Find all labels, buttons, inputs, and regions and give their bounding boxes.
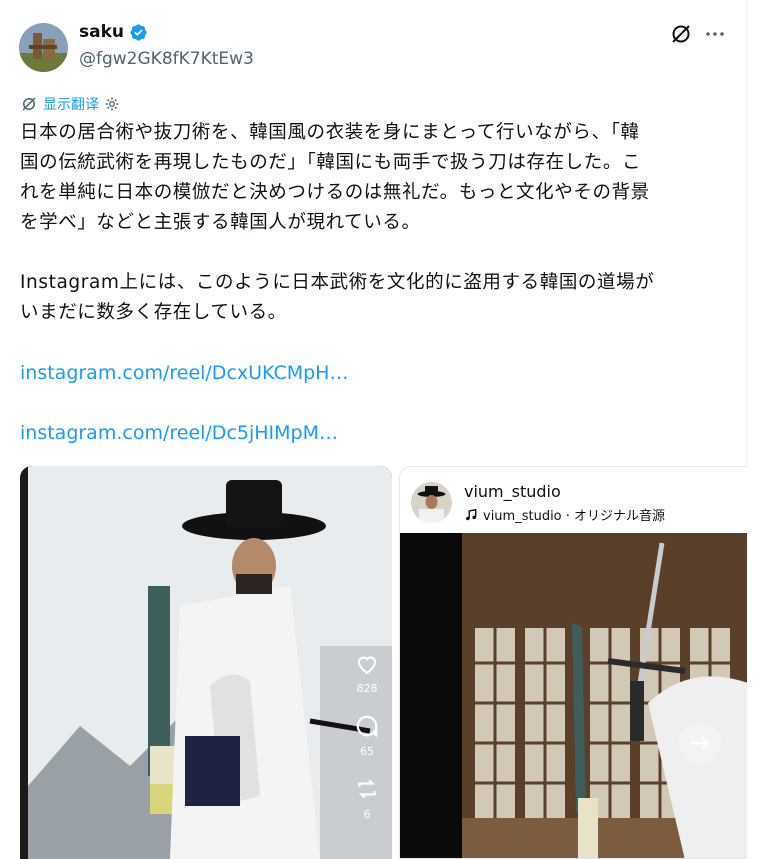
grok-icon[interactable]	[669, 22, 693, 46]
instagram-link-1[interactable]: instagram.com/reel/DcxUKCMpH…	[20, 362, 348, 384]
translate-grok-icon	[22, 97, 36, 111]
post-line: を学べ」などと主張する韓国人が現れている。	[20, 212, 421, 233]
comment-count: 65	[360, 745, 374, 758]
author-handle[interactable]: @fgw2GK8fK7KtEw3	[79, 49, 254, 69]
post-line: れを単純に日本の模倣だと決めつけるのは無礼だ。もっと文化やその背景	[20, 182, 650, 203]
author-avatar[interactable]	[19, 23, 68, 72]
instagram-audio[interactable]: vium_studio · オリジナル音源	[464, 505, 665, 524]
instagram-header: vium_studio vium_studio · オリジナル音源	[400, 467, 747, 533]
verified-badge-icon	[130, 23, 147, 41]
post-line: いまだに数多く存在している。	[20, 302, 287, 323]
post-line: 国の伝統武術を再現したものだ」「韓国にも両手で扱う刀は存在した。こ	[20, 152, 642, 173]
settings-gear-icon[interactable]	[104, 96, 120, 112]
comment-action[interactable]: 65	[354, 713, 380, 758]
post-line: 日本の居合術や抜刀術を、韓国風の衣装を身にまとって行いながら、「韓	[20, 122, 640, 143]
instagram-link-2[interactable]: instagram.com/reel/Dc5jHIMpM…	[20, 422, 338, 444]
more-options-icon[interactable]	[703, 22, 727, 46]
post-line: Instagram上には、このように日本武術を文化的に盗用する韓国の道場が	[20, 272, 655, 293]
repost-action[interactable]: 6	[354, 776, 380, 821]
show-translation-label[interactable]: 显示翻译	[43, 94, 99, 114]
reel-actions: 828 65 6	[354, 652, 380, 839]
instagram-audio-label: vium_studio · オリジナル音源	[483, 509, 666, 524]
comment-bubble-icon[interactable]	[354, 713, 380, 739]
post-body: 日本の居合術や抜刀術を、韓国風の衣装を身にまとって行いながら、「韓 国の伝統武術…	[20, 118, 725, 238]
show-translation-button[interactable]: 显示翻译	[20, 94, 120, 114]
author-name-text[interactable]: saku	[79, 22, 124, 42]
arrow-right-icon	[691, 736, 710, 750]
video-frame-1	[20, 466, 392, 859]
instagram-username[interactable]: vium_studio	[464, 482, 561, 501]
repost-count: 6	[363, 808, 371, 821]
instagram-video	[400, 533, 747, 858]
video-thumbnail-1[interactable]: 828 65 6	[20, 466, 392, 859]
like-count: 828	[356, 682, 378, 695]
repost-icon[interactable]	[354, 776, 380, 802]
post-body-paragraph-2: Instagram上には、このように日本武術を文化的に盗用する韓国の道場が いま…	[20, 268, 725, 328]
video-thumbnail-2[interactable]: vium_studio vium_studio · オリジナル音源	[399, 466, 747, 859]
next-media-button[interactable]	[679, 722, 721, 764]
author-name[interactable]: saku	[79, 22, 148, 42]
instagram-avatar[interactable]	[411, 482, 452, 523]
heart-icon[interactable]	[354, 652, 380, 676]
music-note-icon	[466, 508, 477, 520]
like-action[interactable]: 828	[354, 652, 380, 695]
